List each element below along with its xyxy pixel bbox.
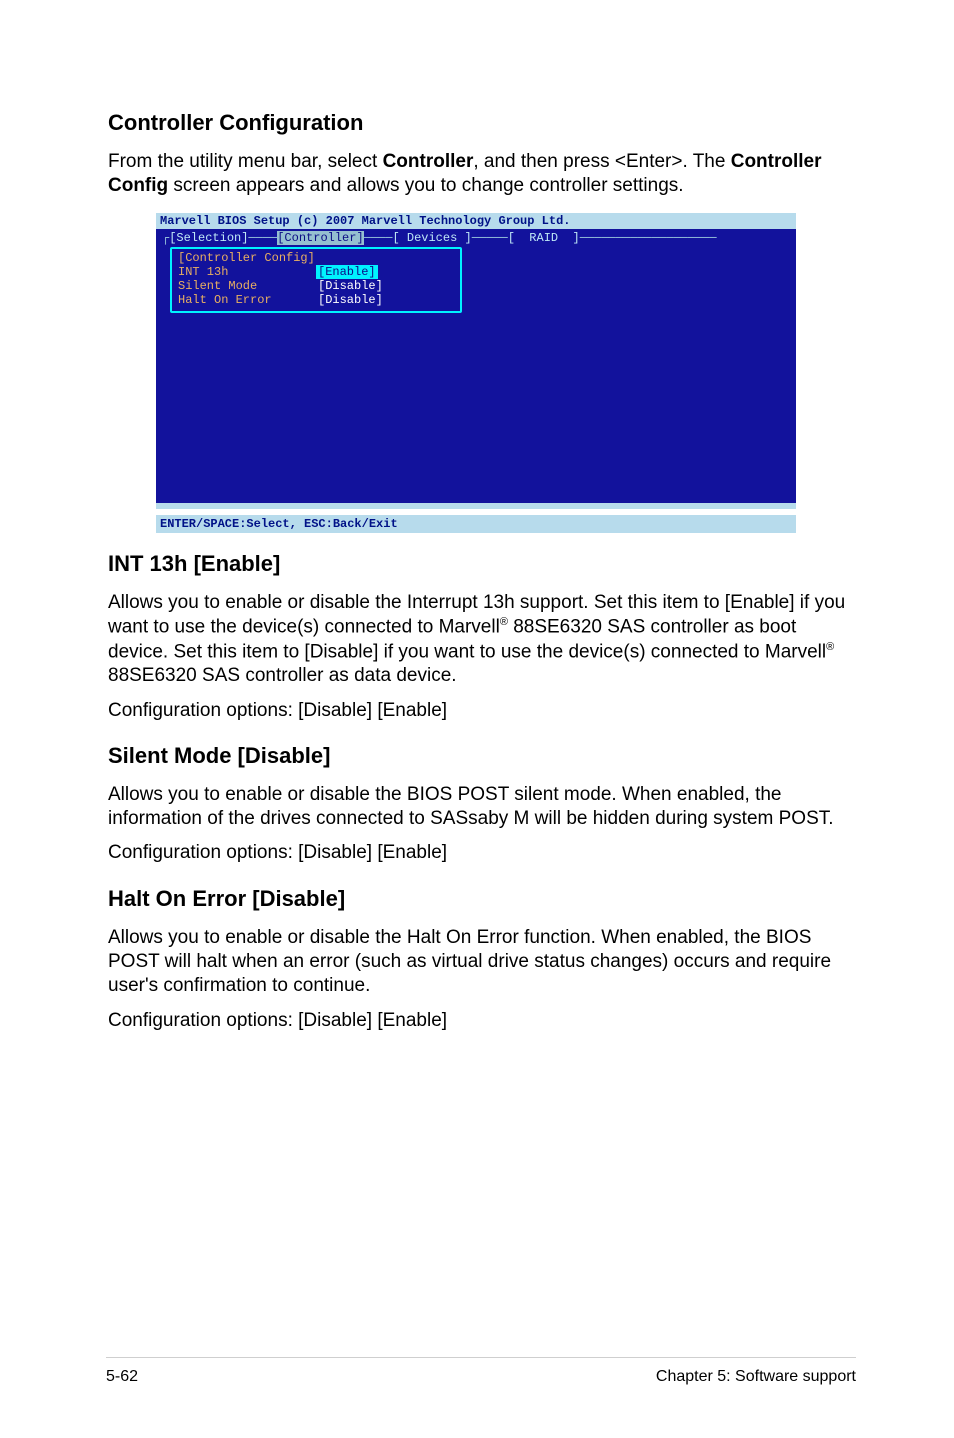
intro-post: screen appears and allows you to change … — [168, 175, 683, 196]
silent-options: Configuration options: [Disable] [Enable… — [108, 841, 854, 865]
config-label: Silent Mode — [178, 279, 318, 293]
int13h-paragraph: Allows you to enable or disable the Inte… — [108, 591, 854, 689]
tab-controller[interactable]: [Controller] — [277, 231, 363, 245]
intro-paragraph: From the utility menu bar, select Contro… — [108, 150, 854, 199]
heading-silent-mode: Silent Mode [Disable] — [108, 743, 854, 769]
tab-selection[interactable]: [Selection] — [169, 231, 248, 245]
intro-bold-controller: Controller — [383, 151, 474, 172]
tab-raid[interactable]: [ RAID ] — [508, 231, 580, 245]
spacer — [108, 1043, 854, 1357]
tab-frame-corner: ┌ — [162, 231, 169, 245]
config-row-halt-on-error[interactable]: Halt On Error [Disable] — [178, 293, 454, 307]
int13h-text-c: 88SE6320 SAS controller as data device. — [108, 665, 457, 686]
config-value: [Disable] — [318, 293, 383, 307]
page-number: 5-62 — [106, 1368, 138, 1386]
chapter-label: Chapter 5: Software support — [656, 1368, 856, 1386]
intro-mid: , and then press <Enter>. The — [473, 151, 730, 172]
config-panel-title: [Controller Config] — [178, 251, 454, 265]
bios-tab-row: ┌ [Selection] ──── [Controller] ──── [ D… — [156, 229, 796, 245]
config-label: Halt On Error — [178, 293, 318, 307]
document-page: Controller Configuration From the utilit… — [0, 0, 954, 1438]
page-footer: 5-62 Chapter 5: Software support — [106, 1357, 856, 1438]
tab-separator: ───── — [472, 231, 508, 245]
bios-gap — [156, 503, 796, 509]
config-label: INT 13h — [178, 265, 318, 279]
heading-controller-config: Controller Configuration — [108, 110, 854, 136]
config-value: [Disable] — [318, 279, 383, 293]
bios-body: ┌ [Selection] ──── [Controller] ──── [ D… — [156, 229, 796, 503]
tab-separator: ──── — [248, 231, 277, 245]
halt-options: Configuration options: [Disable] [Enable… — [108, 1009, 854, 1033]
bios-screenshot: Marvell BIOS Setup (c) 2007 Marvell Tech… — [156, 213, 796, 533]
controller-config-panel: [Controller Config] INT 13h [Enable] Sil… — [170, 247, 462, 313]
config-row-int13h[interactable]: INT 13h [Enable] — [178, 265, 454, 279]
config-value-highlighted: [Enable] — [316, 265, 378, 279]
bios-title-bar: Marvell BIOS Setup (c) 2007 Marvell Tech… — [156, 213, 796, 229]
tab-devices[interactable]: [ Devices ] — [392, 231, 471, 245]
registered-mark: ® — [826, 641, 834, 653]
silent-paragraph: Allows you to enable or disable the BIOS… — [108, 783, 854, 832]
int13h-options: Configuration options: [Disable] [Enable… — [108, 699, 854, 723]
halt-paragraph: Allows you to enable or disable the Halt… — [108, 926, 854, 999]
bios-help-bar: ENTER/SPACE:Select, ESC:Back/Exit — [156, 515, 796, 533]
intro-pre: From the utility menu bar, select — [108, 151, 383, 172]
heading-halt-on-error: Halt On Error [Disable] — [108, 886, 854, 912]
heading-int13h: INT 13h [Enable] — [108, 551, 854, 577]
tab-separator: ──── — [364, 231, 393, 245]
registered-mark: ® — [500, 616, 508, 628]
tab-frame-line: ─────────────────── — [580, 231, 717, 245]
config-row-silent-mode[interactable]: Silent Mode [Disable] — [178, 279, 454, 293]
